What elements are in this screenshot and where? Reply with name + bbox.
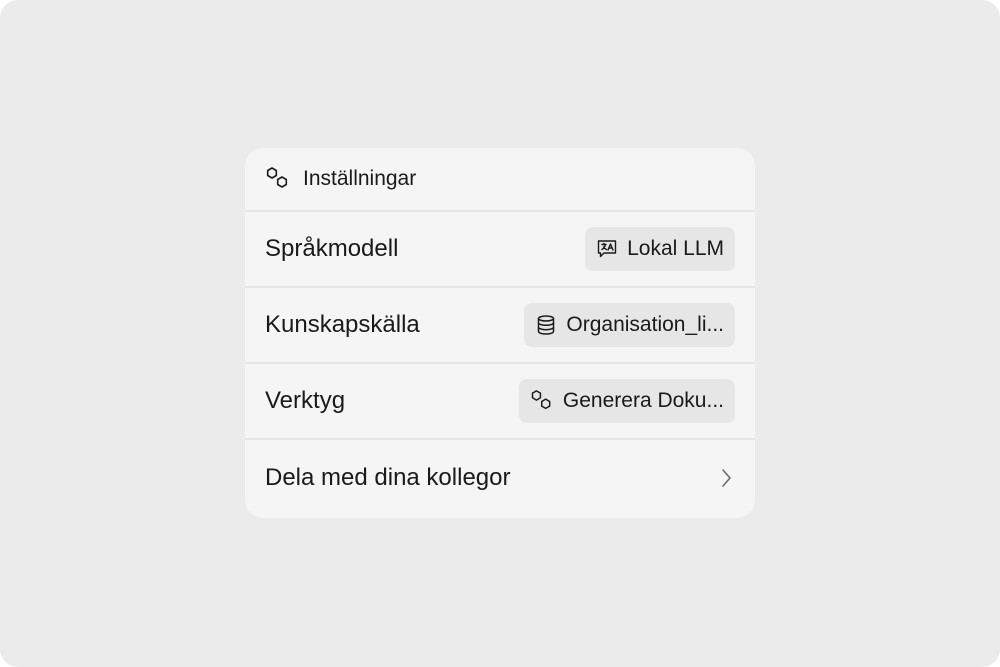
settings-header: Inställningar	[245, 148, 755, 212]
hexagons-icon	[265, 166, 291, 192]
language-model-value: Lokal LLM	[627, 237, 724, 260]
row-knowledge-source: Kunskapskälla Organisation_li...	[245, 288, 755, 364]
settings-title: Inställningar	[303, 167, 417, 190]
language-model-selector[interactable]: Lokal LLM	[585, 227, 735, 271]
knowledge-source-selector[interactable]: Organisation_li...	[524, 303, 735, 347]
settings-card: Inställningar Språkmodell Lokal LLM Kuns…	[245, 148, 755, 518]
tools-label: Verktyg	[265, 387, 346, 414]
share-label: Dela med dina kollegor	[265, 464, 511, 491]
share-with-colleagues-row[interactable]: Dela med dina kollegor	[245, 440, 755, 516]
database-icon	[535, 314, 557, 336]
knowledge-source-value: Organisation_li...	[566, 313, 724, 336]
hexagons-icon	[530, 389, 554, 413]
tools-value: Generera Doku...	[562, 389, 724, 412]
language-model-label: Språkmodell	[265, 235, 399, 262]
background-frame: Inställningar Språkmodell Lokal LLM Kuns…	[0, 0, 1000, 667]
chevron-right-icon	[719, 467, 733, 489]
row-tools: Verktyg Generera Doku...	[245, 364, 755, 440]
knowledge-source-label: Kunskapskälla	[265, 311, 420, 338]
tools-selector[interactable]: Generera Doku...	[518, 379, 735, 423]
row-language-model: Språkmodell Lokal LLM	[245, 212, 755, 288]
translate-chat-icon	[596, 238, 618, 260]
